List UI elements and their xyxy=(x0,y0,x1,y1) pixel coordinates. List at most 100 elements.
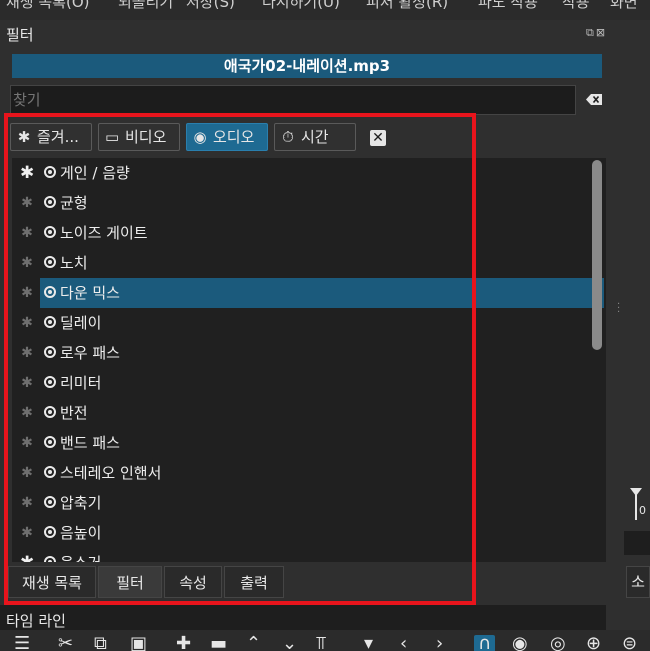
menu-item[interactable]: 되돌리기 xyxy=(118,0,173,12)
favorite-star-icon[interactable]: ✱ xyxy=(20,428,34,458)
tab-playlist[interactable]: 재생 목록 xyxy=(8,566,96,598)
dock-title: 필터 xyxy=(6,26,34,44)
split-icon[interactable]: ⫪ xyxy=(316,635,326,651)
favorite-star-icon[interactable]: ✱ xyxy=(20,488,34,518)
lift-icon[interactable]: ⌃ xyxy=(246,635,261,651)
list-scrollbar[interactable] xyxy=(592,160,602,350)
category-label: 비디오 xyxy=(125,128,167,146)
category-video-button[interactable]: ▭ 비디오 xyxy=(98,123,180,151)
category-label: 즐겨... xyxy=(37,128,79,146)
audio-filter-icon xyxy=(44,226,56,238)
clear-search-icon[interactable] xyxy=(586,94,602,105)
tab-properties[interactable]: 속성 xyxy=(164,566,222,598)
audio-filter-icon xyxy=(44,256,56,268)
menu-item[interactable]: 다시하기(U) xyxy=(262,0,340,12)
remove-icon[interactable]: ▬ xyxy=(210,635,227,651)
list-item[interactable]: ✱ 딜레이 xyxy=(12,308,594,338)
append-icon[interactable]: ✚ xyxy=(176,635,191,651)
filter-label: 노이즈 게이트 xyxy=(60,224,148,242)
timeline-toolbar: ☰ ✂ ⧉ ▣ ✚ ▬ ⌃ ⌄ ⫪ ▾ ‹ › ∩ ◉ ◎ ⊕ ⊜ xyxy=(0,630,650,651)
star-icon: ✱ xyxy=(17,128,31,146)
marker-icon[interactable]: ▾ xyxy=(364,635,373,651)
favorite-star-icon[interactable]: ✱ xyxy=(20,458,34,488)
ripple-icon[interactable]: ◎ xyxy=(550,635,566,651)
list-item[interactable]: ✱ 로우 패스 xyxy=(12,338,594,368)
list-item[interactable]: ✱ 압축기 xyxy=(12,488,594,518)
list-item[interactable]: ✱ 균형 xyxy=(12,188,594,218)
splitter-handle-icon[interactable]: · · · xyxy=(617,300,620,318)
favorite-star-icon[interactable]: ✱ xyxy=(20,338,34,368)
filter-label: 노치 xyxy=(60,254,88,272)
list-item[interactable]: ✱ 음소거 xyxy=(12,548,594,562)
audio-icon: ◉ xyxy=(193,128,207,146)
overwrite-icon[interactable]: ⌄ xyxy=(282,635,297,651)
menu-item[interactable]: 피처 활성(R) xyxy=(366,0,448,12)
favorite-star-icon[interactable]: ✱ xyxy=(20,248,34,278)
menu-item[interactable]: 파노 작용 xyxy=(478,0,538,12)
audio-filter-icon xyxy=(44,406,56,418)
list-item-selected[interactable]: ✱ 다운 믹스 xyxy=(12,278,604,308)
favorite-star-icon[interactable]: ✱ xyxy=(20,308,34,338)
filter-label: 리미터 xyxy=(60,374,102,392)
ripple-all-icon[interactable]: ⊕ xyxy=(586,635,601,651)
category-audio-button[interactable]: ◉ 오디오 xyxy=(186,123,268,151)
favorite-star-icon[interactable]: ✱ xyxy=(20,518,34,548)
filter-label: 딜레이 xyxy=(60,314,102,332)
clip-name-bar: 애국가02-내레이션.mp3 xyxy=(12,54,602,78)
list-item[interactable]: ✱ 노치 xyxy=(12,248,594,278)
filter-label: 밴드 패스 xyxy=(60,434,120,452)
dock-float-close-icons[interactable]: ⧉⊠ xyxy=(586,26,607,40)
filter-label: 반전 xyxy=(60,404,88,422)
menu-icon[interactable]: ☰ xyxy=(14,635,30,651)
selection-highlight xyxy=(40,278,604,308)
list-item[interactable]: ✱ 게인 / 음량 xyxy=(12,158,594,188)
category-favorites-button[interactable]: ✱ 즐겨... xyxy=(10,123,92,151)
menu-item[interactable]: 재생 목록(O) xyxy=(6,0,89,12)
scrub-icon[interactable]: ◉ xyxy=(512,635,528,651)
tab-filters[interactable]: 필터 xyxy=(98,566,162,598)
filter-label: 다운 믹스 xyxy=(60,284,120,302)
paste-icon[interactable]: ▣ xyxy=(130,635,147,651)
list-item[interactable]: ✱ 반전 xyxy=(12,398,594,428)
category-label: 시간 xyxy=(301,128,329,146)
prev-marker-icon[interactable]: ‹ xyxy=(400,635,407,651)
audio-filter-icon xyxy=(44,316,56,328)
tab-output[interactable]: 출력 xyxy=(224,566,284,598)
search-input[interactable] xyxy=(10,85,576,115)
close-icon[interactable]: ✕ xyxy=(370,130,386,146)
cut-icon[interactable]: ✂ xyxy=(58,635,73,651)
list-item[interactable]: ✱ 노이즈 게이트 xyxy=(12,218,594,248)
filter-label: 로우 패스 xyxy=(60,344,120,362)
menu-item[interactable]: 화면 xyxy=(610,0,638,12)
copy-icon[interactable]: ⧉ xyxy=(94,635,107,651)
timecode-text: 00 xyxy=(639,504,646,517)
next-marker-icon[interactable]: › xyxy=(436,635,443,651)
filter-label: 게인 / 음량 xyxy=(60,164,130,182)
timer-icon: ⏱ xyxy=(282,128,294,146)
right-panel xyxy=(606,20,650,651)
playhead-icon[interactable]: 00 xyxy=(630,488,646,520)
snap-icon[interactable]: ∩ xyxy=(474,635,496,651)
list-item[interactable]: ✱ 밴드 패스 xyxy=(12,428,594,458)
favorite-star-icon[interactable]: ✱ xyxy=(20,368,34,398)
audio-filter-icon xyxy=(44,466,56,478)
category-time-button[interactable]: ⏱ 시간 xyxy=(274,123,356,151)
menu-item[interactable]: 작용 xyxy=(562,0,590,12)
filter-label: 음높이 xyxy=(60,524,102,542)
audio-filter-icon xyxy=(44,286,56,298)
menu-item[interactable]: 저장(S) xyxy=(186,0,235,12)
favorite-star-icon[interactable]: ✱ xyxy=(20,158,34,188)
list-item[interactable]: ✱ 스테레오 인핸서 xyxy=(12,458,594,488)
filter-label: 스테레오 인핸서 xyxy=(60,464,162,482)
top-menu-bar: 재생 목록(O) 되돌리기 저장(S) 다시하기(U) 피처 활성(R) 파노 … xyxy=(0,0,650,20)
timecode-field[interactable] xyxy=(624,531,650,555)
ripple-markers-icon[interactable]: ⊜ xyxy=(622,635,637,651)
favorite-star-icon[interactable]: ✱ xyxy=(20,188,34,218)
list-item[interactable]: ✱ 리미터 xyxy=(12,368,594,398)
favorite-star-icon[interactable]: ✱ xyxy=(20,398,34,428)
list-item[interactable]: ✱ 음높이 xyxy=(12,518,594,548)
favorite-star-icon[interactable]: ✱ xyxy=(20,278,34,308)
favorite-star-icon[interactable]: ✱ xyxy=(20,548,34,562)
tab-right-panel[interactable]: 소 xyxy=(626,566,650,598)
favorite-star-icon[interactable]: ✱ xyxy=(20,218,34,248)
